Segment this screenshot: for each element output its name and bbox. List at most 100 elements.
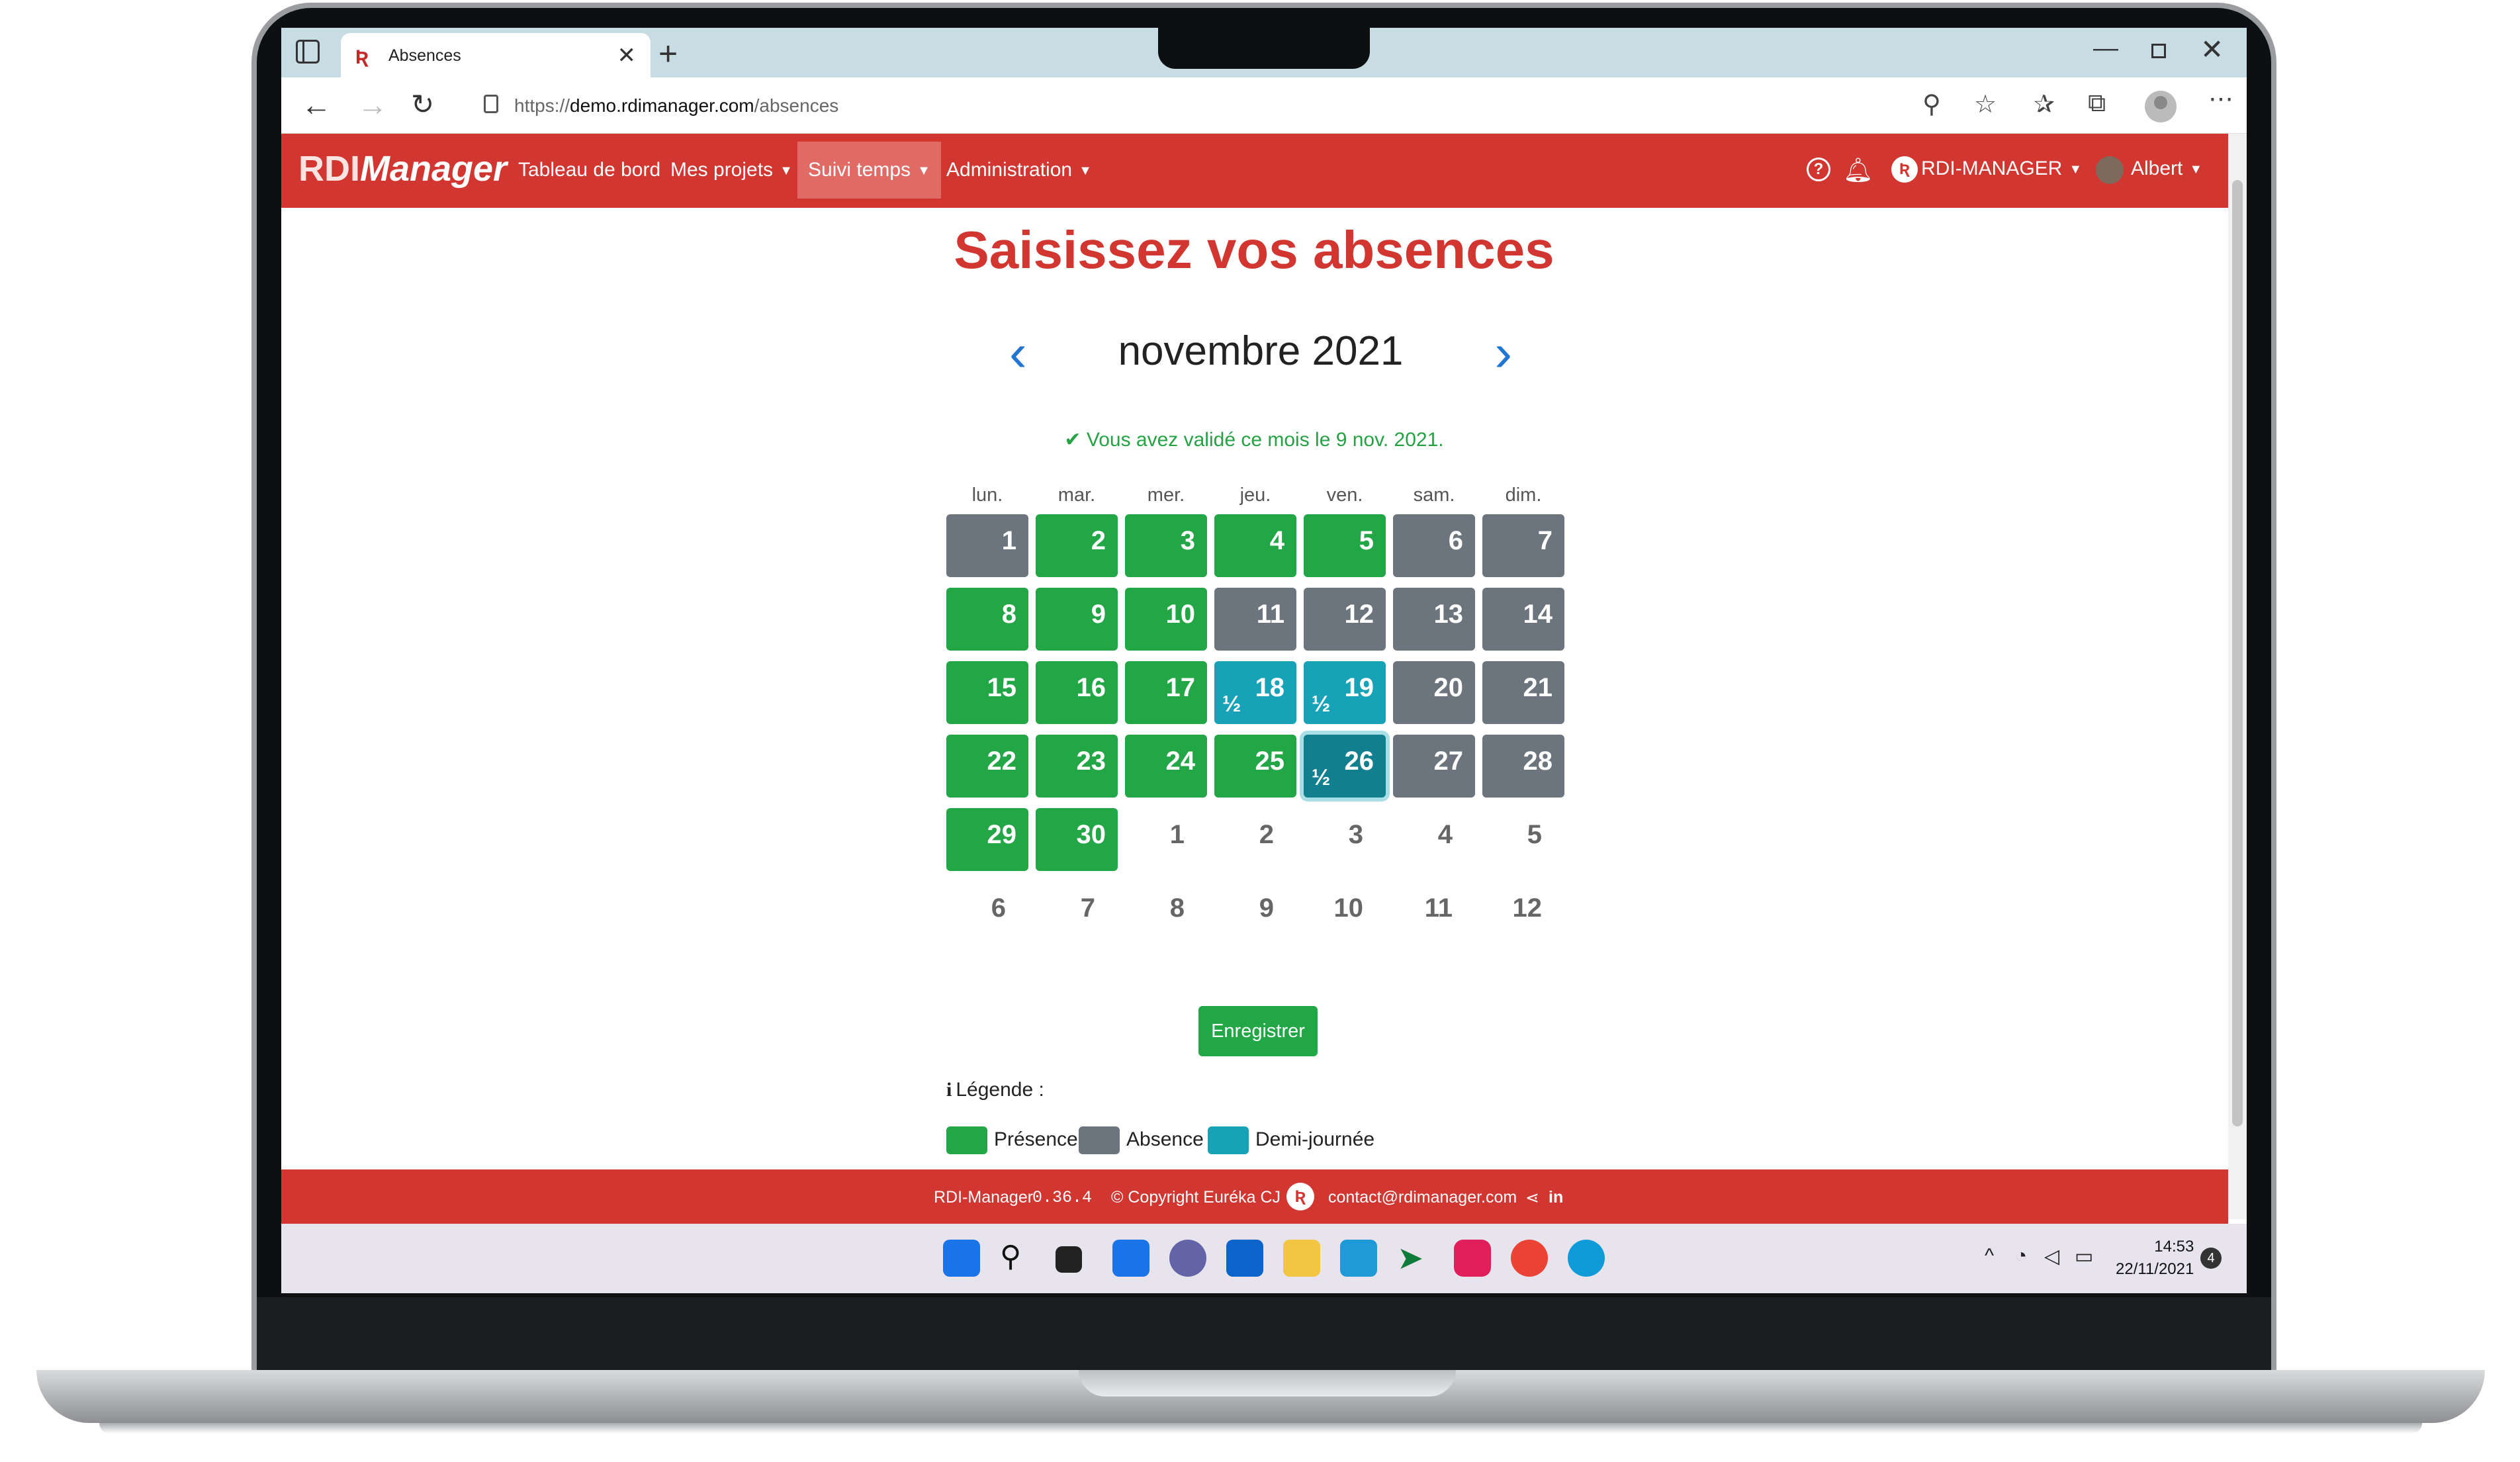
calendar-day-other-month: 2: [1214, 808, 1296, 871]
calendar-day[interactable]: 13: [1393, 588, 1475, 651]
widgets-icon[interactable]: [1112, 1240, 1149, 1277]
calendar-day[interactable]: 4: [1214, 514, 1296, 577]
teams-chat-icon[interactable]: [1169, 1240, 1206, 1277]
notification-badge[interactable]: 4: [2200, 1248, 2222, 1269]
calendar-day[interactable]: 9: [1036, 588, 1118, 651]
calendar-day[interactable]: 17: [1125, 661, 1207, 724]
zoom-icon[interactable]: ⚲: [1922, 89, 1941, 119]
favorites-icon[interactable]: ✰: [2034, 89, 2055, 119]
calendar-day[interactable]: 26 ½: [1304, 735, 1386, 798]
calendar-day[interactable]: 3: [1125, 514, 1207, 577]
month-title: novembre 2021: [1118, 328, 1404, 374]
wifi-icon[interactable]: ◔: [2015, 1245, 2027, 1267]
new-tab-icon[interactable]: +: [658, 34, 678, 73]
collections-icon[interactable]: ⧉: [2088, 89, 2106, 118]
app-arrow-icon[interactable]: ➤: [1397, 1240, 1434, 1277]
day-number: 5: [1359, 526, 1374, 555]
minimize-icon[interactable]: —: [2093, 34, 2118, 63]
close-tab-icon[interactable]: ✕: [617, 42, 637, 69]
back-icon[interactable]: ←: [301, 87, 332, 122]
calendar-day[interactable]: 25: [1214, 735, 1296, 798]
day-number: 6: [991, 893, 1006, 923]
nav-administration[interactable]: Administration ▼: [946, 159, 1092, 181]
calendar-day[interactable]: 24: [1125, 735, 1207, 798]
caret-down-icon: ▼: [2189, 161, 2203, 177]
close-window-icon[interactable]: ✕: [2200, 33, 2224, 66]
battery-icon[interactable]: ▭: [2075, 1245, 2093, 1268]
day-number: 13: [1433, 600, 1464, 629]
calendar-day[interactable]: 10: [1125, 588, 1207, 651]
calendar-day[interactable]: 15: [946, 661, 1028, 724]
next-month-chevron-icon[interactable]: ›: [1494, 322, 1512, 383]
calendar-day[interactable]: 16: [1036, 661, 1118, 724]
footer-email-link[interactable]: contact@rdimanager.com: [1328, 1188, 1517, 1207]
bell-icon[interactable]: 🔔︎: [1843, 156, 1873, 184]
clock[interactable]: 14:53 22/11/2021: [2116, 1236, 2194, 1281]
calendar-day[interactable]: 8: [946, 588, 1028, 651]
user-menu[interactable]: Albert ▼: [2131, 158, 2202, 180]
calendar-day[interactable]: 20: [1393, 661, 1475, 724]
calendar-day[interactable]: 23: [1036, 735, 1118, 798]
help-icon[interactable]: ?: [1807, 158, 1830, 181]
day-number: 23: [1076, 747, 1106, 776]
calendar-day[interactable]: 11: [1214, 588, 1296, 651]
calendar-day[interactable]: 14: [1482, 588, 1564, 651]
half-day-marker: ½: [1312, 692, 1331, 717]
day-number: 8: [1169, 893, 1185, 923]
app-footer: RDI-Manager 0.36.4 © Copyright Euréka CJ…: [281, 1169, 2228, 1224]
calendar-day[interactable]: 2: [1036, 514, 1118, 577]
nav-suivi-temps[interactable]: Suivi temps ▼: [797, 142, 941, 199]
calendar-day-other-month: 4: [1393, 808, 1475, 871]
calendar-day[interactable]: 22: [946, 735, 1028, 798]
linkedin-icon[interactable]: in: [1549, 1188, 1563, 1207]
tray-overflow-icon[interactable]: ^: [1985, 1245, 1994, 1267]
nav-tableau-de-bord[interactable]: Tableau de bord: [518, 159, 660, 181]
maximize-icon[interactable]: [2151, 44, 2166, 58]
chrome-icon[interactable]: [1511, 1240, 1548, 1277]
file-explorer-icon[interactable]: [1283, 1240, 1320, 1277]
calendar-day[interactable]: 30: [1036, 808, 1118, 871]
search-icon[interactable]: ⚲: [1000, 1240, 1037, 1277]
browser-profile-icon[interactable]: [2145, 91, 2177, 122]
reload-icon[interactable]: ↻: [411, 88, 434, 120]
calendar-day[interactable]: 18 ½: [1214, 661, 1296, 724]
nav-mes-projets[interactable]: Mes projets ▼: [670, 159, 793, 181]
calendar-day[interactable]: 27: [1393, 735, 1475, 798]
calendar-day[interactable]: 29: [946, 808, 1028, 871]
legend-swatch: [1208, 1126, 1249, 1154]
calendar-day[interactable]: 5: [1304, 514, 1386, 577]
org-menu[interactable]: RDI-MANAGER ▼: [1921, 158, 2082, 180]
calendar-day[interactable]: 28: [1482, 735, 1564, 798]
day-number: 9: [1091, 600, 1106, 629]
day-number: 25: [1255, 747, 1285, 776]
edge-icon[interactable]: [1568, 1240, 1605, 1277]
windows-start-icon[interactable]: [943, 1240, 980, 1277]
laptop-bezel: [257, 1297, 2271, 1373]
share-icon[interactable]: ⋖: [1525, 1188, 1539, 1208]
task-view-icon[interactable]: [1056, 1246, 1082, 1273]
volume-icon[interactable]: ◁: [2044, 1245, 2059, 1268]
url-field[interactable]: https://demo.rdimanager.com/absences: [468, 85, 1983, 125]
calendar-day[interactable]: 21: [1482, 661, 1564, 724]
l-app-icon[interactable]: [1340, 1240, 1377, 1277]
save-button[interactable]: Enregistrer: [1198, 1006, 1318, 1056]
browser-tab[interactable]: Ʀ Absences ✕: [341, 33, 651, 77]
scroll-thumb[interactable]: [2232, 180, 2243, 1126]
rdi-manager-logo[interactable]: RDIManager: [298, 148, 507, 189]
add-favorite-icon[interactable]: ☆: [1974, 89, 1997, 119]
calendar-day[interactable]: 1: [946, 514, 1028, 577]
check-icon: ✔: [1064, 429, 1087, 451]
forward-icon[interactable]: →: [357, 87, 388, 122]
calendar-day[interactable]: 19 ½: [1304, 661, 1386, 724]
calendar-day-other-month: 7: [1036, 882, 1118, 944]
outlook-icon[interactable]: [1226, 1240, 1263, 1277]
tab-actions-icon[interactable]: [296, 40, 320, 64]
calendar-day[interactable]: 12: [1304, 588, 1386, 651]
page-scrollbar[interactable]: [2228, 134, 2247, 1219]
calendar-day[interactable]: 7: [1482, 514, 1564, 577]
slack-icon[interactable]: [1454, 1240, 1491, 1277]
calendar-day[interactable]: 6: [1393, 514, 1475, 577]
user-avatar[interactable]: [2096, 156, 2124, 184]
legend-label: Absence: [1126, 1128, 1204, 1150]
more-icon[interactable]: ⋯: [2208, 84, 2233, 114]
